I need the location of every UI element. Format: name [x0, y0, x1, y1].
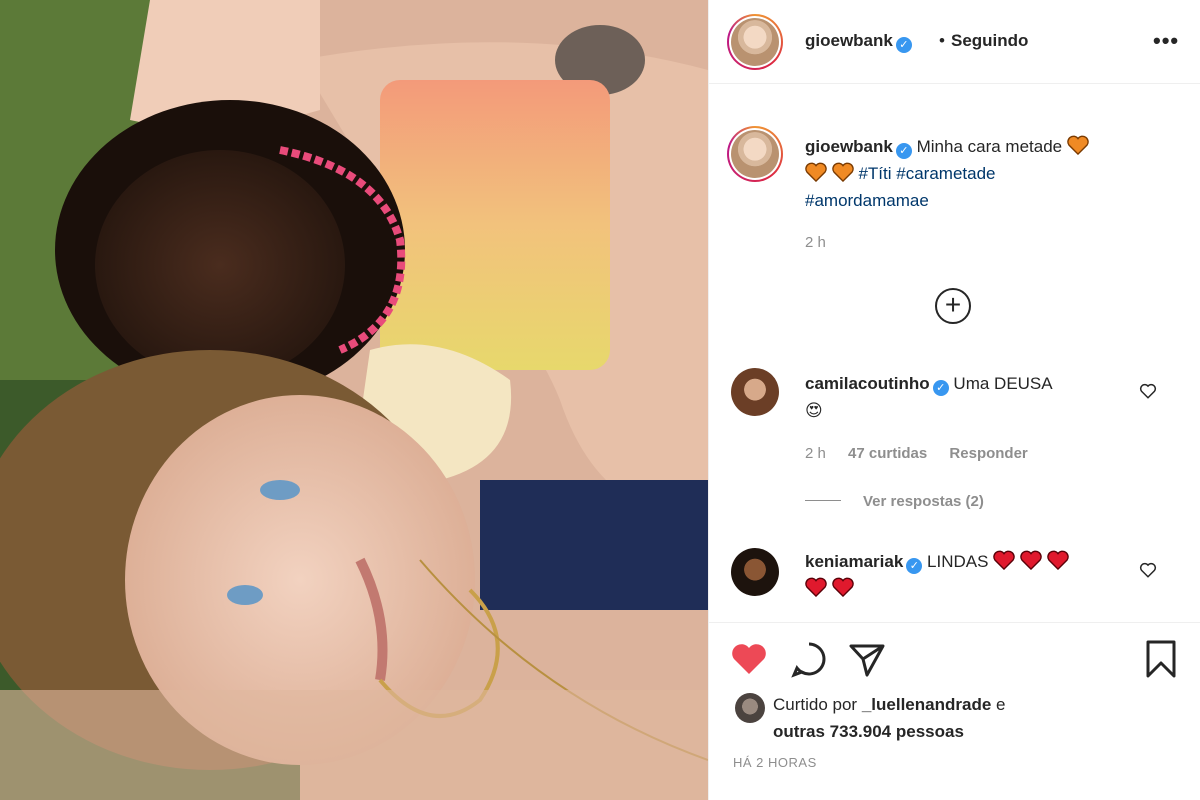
comment-message: Uma DEUSA [953, 374, 1053, 393]
red-heart-icon [805, 577, 827, 597]
post-details-panel: gioewbank ✓ • Seguindo ••• gioewbank ✓ Min… [708, 0, 1200, 800]
post-photo[interactable] [0, 0, 708, 800]
caption-message: Minha cara metade [916, 137, 1063, 156]
red-heart-icon [993, 550, 1015, 570]
view-replies-button[interactable]: Ver respostas (2) [805, 493, 984, 510]
orange-heart-icon [1067, 135, 1089, 155]
liker-username[interactable]: _luellenandrade [862, 695, 991, 714]
likes-prefix: Curtido por [773, 695, 858, 714]
plus-circle-icon[interactable]: + [935, 288, 971, 324]
commenter-avatar[interactable] [731, 368, 779, 416]
verified-badge-icon: ✓ [895, 37, 912, 53]
more-options-icon[interactable]: ••• [1153, 28, 1179, 54]
comment-text: camilacoutinho ✓ Uma DEUSA 😍 [805, 370, 1135, 424]
caption-text: gioewbank ✓ Minha cara metade #Títi #cara… [805, 133, 1165, 214]
comment-bubble-icon[interactable] [789, 639, 829, 679]
author-username-link[interactable]: gioewbank ✓ [805, 31, 912, 53]
comment-like-icon[interactable] [1139, 561, 1157, 579]
commenter-avatar[interactable] [731, 548, 779, 596]
red-heart-icon [1046, 550, 1069, 570]
orange-heart-icon [831, 162, 854, 182]
comment-like-icon[interactable] [1139, 382, 1157, 400]
comment-time[interactable]: 2 h [805, 445, 826, 462]
bookmark-icon[interactable] [1141, 639, 1181, 679]
replies-divider [805, 500, 841, 501]
caption-time[interactable]: 2 h [805, 234, 826, 251]
likes-connector: e [996, 695, 1006, 714]
comment-meta: 2 h 47 curtidas Responder [805, 445, 1046, 462]
verified-badge-icon: ✓ [895, 143, 912, 159]
separator-dot: • [939, 31, 945, 50]
view-replies-label[interactable]: Ver respostas (2) [863, 493, 984, 510]
heart-eyes-emoji: 😍 [805, 401, 823, 420]
caption-username[interactable]: gioewbank [805, 137, 893, 156]
photo-illustration [0, 0, 708, 800]
following-button[interactable]: Seguindo [951, 31, 1028, 51]
post-actions: Curtido por _luellenandrade e outras 733… [709, 622, 1200, 800]
comment-text: keniamariak ✓ LINDAS [805, 548, 1135, 602]
commenter-username[interactable]: camilacoutinho [805, 374, 930, 393]
heart-filled-icon[interactable] [729, 639, 769, 679]
likes-others[interactable]: outras 733.904 pessoas [773, 722, 964, 741]
verified-badge-icon: ✓ [932, 380, 949, 396]
caption-author-avatar[interactable] [727, 126, 783, 182]
reply-button[interactable]: Responder [949, 445, 1027, 462]
hashtag-link[interactable]: #Títi [858, 164, 891, 183]
commenter-username[interactable]: keniamariak [805, 552, 903, 571]
author-avatar[interactable] [727, 14, 783, 70]
comment-message: LINDAS [927, 552, 989, 571]
likes-summary[interactable]: Curtido por _luellenandrade e outras 733… [773, 691, 1173, 745]
hashtag-link[interactable]: #amordamamae [805, 191, 929, 210]
post-timestamp[interactable]: HÁ 2 HORAS [733, 755, 817, 770]
author-username[interactable]: gioewbank [805, 31, 893, 50]
post-header: gioewbank ✓ • Seguindo ••• [709, 0, 1200, 84]
liker-avatar[interactable] [735, 693, 765, 723]
paper-plane-icon[interactable] [847, 639, 887, 679]
orange-heart-icon [805, 162, 827, 182]
hashtag-link[interactable]: #carametade [896, 164, 995, 183]
verified-badge-icon: ✓ [906, 558, 923, 574]
red-heart-icon [1020, 550, 1042, 570]
red-heart-icon [831, 577, 854, 597]
comment-likes-count[interactable]: 47 curtidas [848, 445, 927, 462]
